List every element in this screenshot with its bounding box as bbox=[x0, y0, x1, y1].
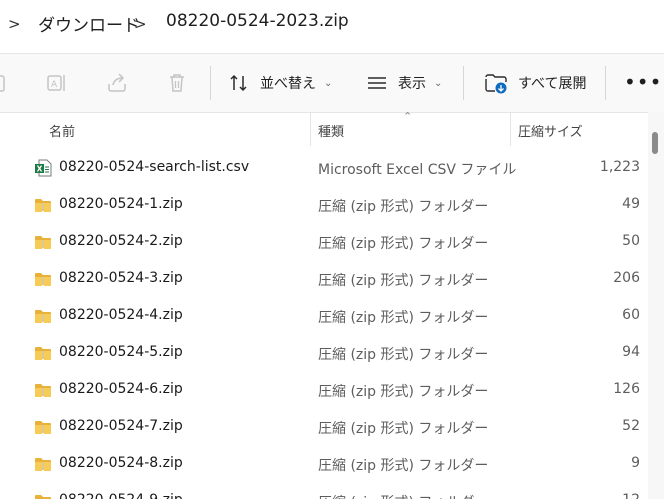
column-header-type[interactable]: 種類 bbox=[318, 121, 344, 140]
share-icon[interactable] bbox=[105, 71, 129, 95]
file-type: 圧縮 (zip 形式) フォルダー bbox=[318, 421, 489, 437]
file-name: 08220-0524-5.zip bbox=[59, 344, 183, 360]
file-row[interactable]: 08220-0524-1.zip 圧縮 (zip 形式) フォルダー 49 bbox=[0, 187, 648, 224]
file-name: 08220-0524-2.zip bbox=[59, 233, 183, 249]
extract-all-label: すべて展開 bbox=[518, 76, 587, 92]
file-name: 08220-0524-search-list.csv bbox=[59, 159, 250, 175]
file-compressed-size: 94 bbox=[622, 344, 640, 360]
file-compressed-size: 60 bbox=[622, 307, 640, 323]
view-button[interactable]: 表示 ⌄ bbox=[366, 70, 442, 96]
file-compressed-size: 9 bbox=[631, 455, 640, 471]
file-list: X 08220-0524-search-list.csv Microsoft Exc… bbox=[0, 150, 648, 499]
file-row[interactable]: 08220-0524-7.zip 圧縮 (zip 形式) フォルダー 52 bbox=[0, 409, 648, 446]
chevron-down-icon: ⌄ bbox=[434, 77, 443, 89]
file-row[interactable]: 08220-0524-2.zip 圧縮 (zip 形式) フォルダー 50 bbox=[0, 224, 648, 261]
file-type: 圧縮 (zip 形式) フォルダー bbox=[318, 199, 489, 215]
view-list-icon bbox=[366, 72, 388, 94]
rename-icon[interactable]: A bbox=[45, 71, 69, 95]
file-name: 08220-0524-7.zip bbox=[59, 418, 183, 434]
file-type: 圧縮 (zip 形式) フォルダー bbox=[318, 236, 489, 252]
file-name: 08220-0524-8.zip bbox=[59, 455, 183, 471]
file-type: Microsoft Excel CSV ファイル bbox=[318, 162, 517, 178]
file-row[interactable]: 08220-0524-5.zip 圧縮 (zip 形式) フォルダー 94 bbox=[0, 335, 648, 372]
file-type: 圧縮 (zip 形式) フォルダー bbox=[318, 492, 488, 499]
sort-up-icon: ⌃ bbox=[403, 110, 413, 123]
file-type: 圧縮 (zip 形式) フォルダー bbox=[318, 384, 489, 400]
file-name: 08220-0524-3.zip bbox=[59, 270, 183, 286]
file-row[interactable]: 08220-0524-3.zip 圧縮 (zip 形式) フォルダー 206 bbox=[0, 261, 648, 298]
file-type: 圧縮 (zip 形式) フォルダー bbox=[318, 310, 489, 326]
file-row[interactable]: 08220-0524-9.zip 圧縮 (zip 形式) フォルダー 12 bbox=[0, 483, 648, 499]
command-toolbar: A 並べ替え ⌄ 表示 ⌄ すべて展開 ••• bbox=[0, 53, 664, 113]
toolbar-divider bbox=[605, 66, 606, 100]
toolbar-divider bbox=[210, 66, 211, 100]
file-name: 08220-0524-4.zip bbox=[59, 307, 183, 323]
svg-text:X: X bbox=[37, 165, 43, 174]
file-name: 08220-0524-9.zip bbox=[59, 492, 183, 499]
scrollbar-thumb[interactable] bbox=[652, 132, 658, 154]
breadcrumb-chevron-icon[interactable]: > bbox=[134, 15, 147, 33]
zip-folder-icon bbox=[34, 418, 52, 436]
column-divider[interactable] bbox=[510, 112, 511, 146]
column-header-name[interactable]: 名前 bbox=[49, 121, 75, 140]
file-type: 圧縮 (zip 形式) フォルダー bbox=[318, 273, 489, 289]
file-row[interactable]: 08220-0524-6.zip 圧縮 (zip 形式) フォルダー 126 bbox=[0, 372, 648, 409]
view-label: 表示 bbox=[398, 76, 426, 92]
file-compressed-size: 126 bbox=[613, 381, 640, 397]
breadcrumb-chevron-icon[interactable]: > bbox=[8, 15, 21, 33]
sort-button[interactable]: 並べ替え ⌄ bbox=[228, 70, 332, 96]
column-header-row: 名前 種類 圧縮サイズ bbox=[0, 112, 644, 146]
zip-folder-icon bbox=[34, 196, 52, 214]
delete-icon[interactable] bbox=[165, 71, 189, 95]
zip-folder-icon bbox=[34, 233, 52, 251]
toolbar-divider bbox=[463, 66, 464, 100]
file-name: 08220-0524-6.zip bbox=[59, 381, 183, 397]
svg-text:A: A bbox=[51, 80, 58, 90]
file-row[interactable]: X 08220-0524-search-list.csv Microsoft Exc… bbox=[0, 150, 648, 187]
breadcrumb-item-downloads[interactable]: ダウンロード bbox=[38, 11, 140, 36]
copy-icon[interactable] bbox=[0, 71, 10, 95]
zip-folder-icon bbox=[34, 307, 52, 325]
column-divider[interactable] bbox=[310, 112, 311, 146]
sort-label: 並べ替え bbox=[260, 76, 316, 92]
zip-folder-icon bbox=[34, 270, 52, 288]
zip-folder-icon bbox=[34, 455, 52, 473]
zip-folder-icon bbox=[34, 344, 52, 362]
zip-folder-icon bbox=[34, 492, 52, 499]
file-compressed-size: 50 bbox=[622, 233, 640, 249]
extract-all-button[interactable]: すべて展開 bbox=[484, 70, 586, 96]
breadcrumb-item-current[interactable]: 08220-0524-2023.zip bbox=[166, 11, 349, 31]
extract-folder-icon bbox=[484, 71, 508, 95]
file-type: 圧縮 (zip 形式) フォルダー bbox=[318, 458, 489, 474]
column-header-size[interactable]: 圧縮サイズ bbox=[518, 121, 583, 140]
file-row[interactable]: 08220-0524-8.zip 圧縮 (zip 形式) フォルダー 9 bbox=[0, 446, 648, 483]
file-type: 圧縮 (zip 形式) フォルダー bbox=[318, 347, 489, 363]
zip-folder-icon bbox=[34, 381, 52, 399]
file-name: 08220-0524-1.zip bbox=[59, 196, 183, 212]
file-compressed-size: 12 bbox=[622, 492, 640, 499]
sort-icon bbox=[228, 72, 250, 94]
excel-csv-icon: X bbox=[34, 159, 52, 177]
file-compressed-size: 206 bbox=[613, 270, 640, 286]
file-compressed-size: 1,223 bbox=[599, 159, 640, 175]
file-row[interactable]: 08220-0524-4.zip 圧縮 (zip 形式) フォルダー 60 bbox=[0, 298, 648, 335]
address-bar: > ダウンロード > 08220-0524-2023.zip bbox=[0, 0, 664, 52]
file-compressed-size: 52 bbox=[622, 418, 640, 434]
file-compressed-size: 49 bbox=[622, 196, 640, 212]
vertical-scrollbar[interactable] bbox=[648, 112, 664, 499]
more-options-icon[interactable]: ••• bbox=[624, 72, 662, 92]
chevron-down-icon: ⌄ bbox=[324, 77, 333, 89]
